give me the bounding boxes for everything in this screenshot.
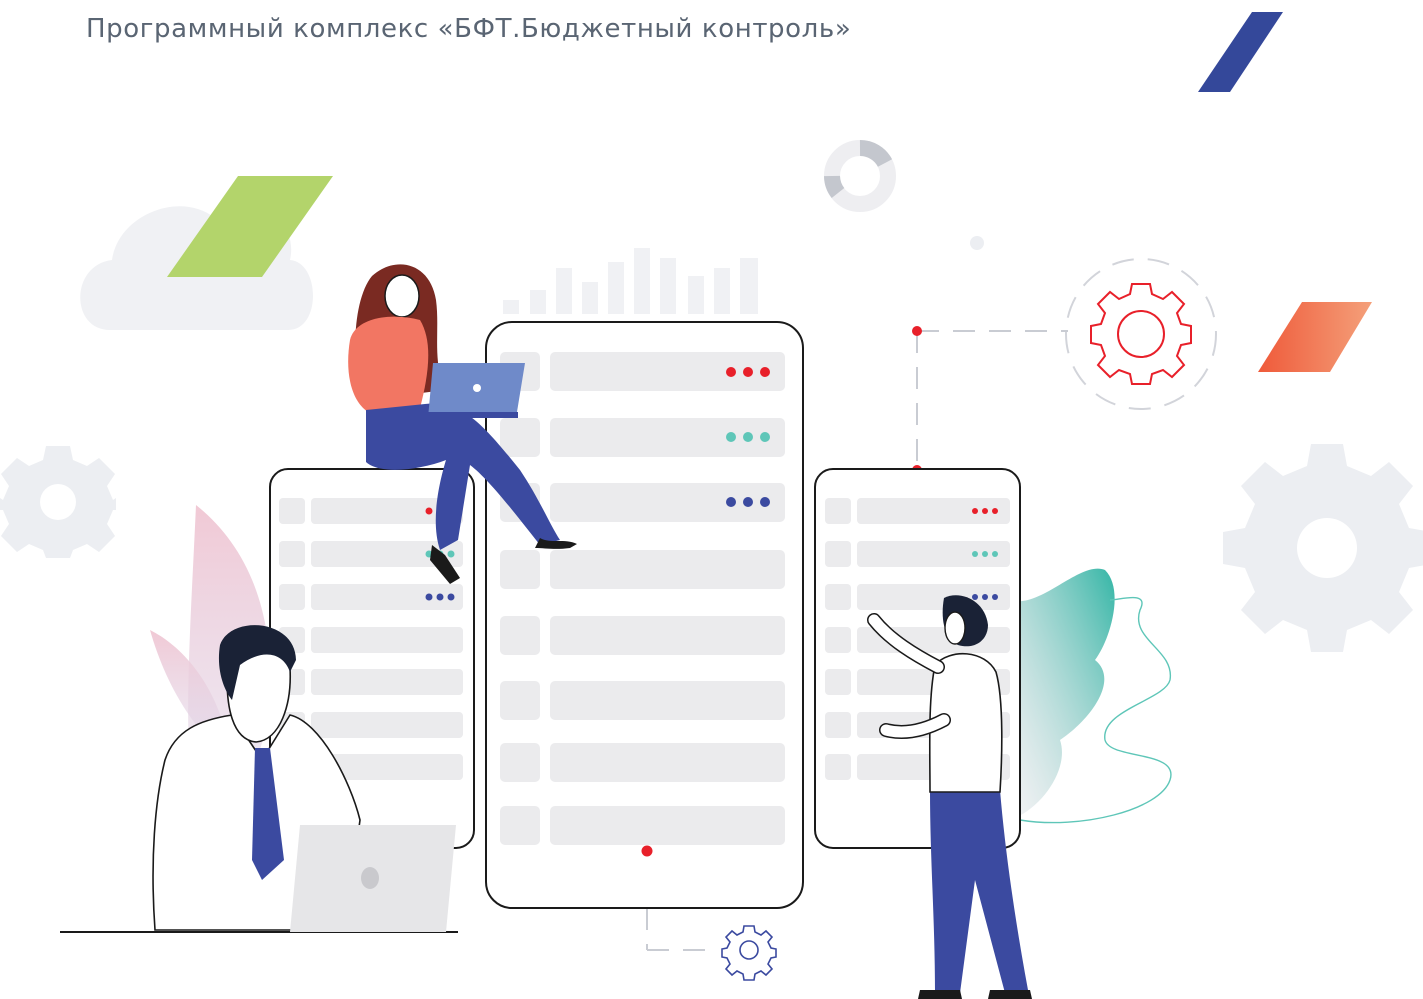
servers-illustration xyxy=(0,12,1423,999)
laptop-icon xyxy=(290,825,456,932)
donut-chart-icon xyxy=(824,139,896,212)
bar-chart-icon xyxy=(503,248,758,314)
gear-icon xyxy=(721,925,777,981)
gear-icon xyxy=(1090,283,1192,385)
accent-stripe-blue xyxy=(1198,12,1283,92)
gear-icon xyxy=(1223,444,1423,652)
plant-leaf xyxy=(1010,568,1115,820)
gear-icon xyxy=(0,446,116,558)
server-icon xyxy=(485,321,804,909)
accent-stripe-orange xyxy=(1258,302,1372,372)
